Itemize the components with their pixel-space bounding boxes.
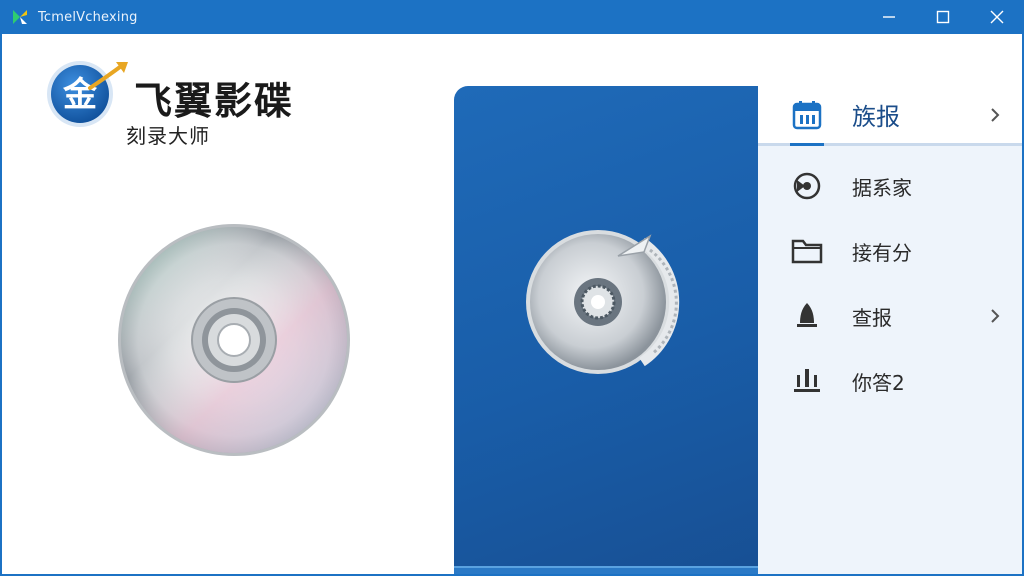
menu-item-2[interactable]: 接有分 — [758, 221, 1024, 281]
menu-item-4[interactable]: 你答2 — [758, 351, 1024, 411]
brand-logo: 金 飞翼影碟 刻录大师 — [46, 58, 336, 153]
active-indicator — [790, 143, 824, 146]
gold-coin-emblem: 金 — [47, 61, 128, 127]
menu-item-label: 查报 — [852, 305, 892, 330]
app-logo-icon — [13, 10, 27, 24]
maximize-icon — [936, 10, 950, 24]
menu-item-label: 族报 — [852, 103, 900, 131]
brand-subtitle: 刻录大师 — [126, 124, 210, 148]
menu-item-0[interactable]: 族报 — [758, 86, 1024, 146]
minimize-button[interactable] — [862, 0, 916, 34]
side-menu: 族报 据系家 接有分 查报 你答2 — [758, 86, 1024, 576]
emblem-char: 金 — [62, 75, 98, 115]
equalizer-icon — [790, 364, 824, 398]
window-controls — [862, 0, 1024, 34]
minimize-icon — [883, 16, 895, 18]
title-bar: TcmelVchexing — [0, 0, 1024, 34]
window-title: TcmelVchexing — [38, 9, 138, 25]
chevron-right-icon — [991, 107, 1000, 122]
close-button[interactable] — [970, 0, 1024, 34]
menu-item-1[interactable]: 据系家 — [758, 156, 1024, 216]
bell-icon — [790, 299, 824, 333]
menu-item-label: 你答2 — [852, 370, 905, 395]
disc-burn-icon — [790, 169, 824, 203]
folder-icon — [790, 234, 824, 268]
menu-item-3[interactable]: 查报 — [758, 286, 1024, 346]
disc-burner-illustration — [526, 230, 680, 374]
menu-item-label: 据系家 — [852, 175, 912, 200]
chevron-right-icon — [991, 309, 1000, 323]
calendar-icon — [790, 98, 824, 132]
feature-panel — [454, 86, 774, 576]
disc-image — [118, 224, 350, 456]
maximize-button[interactable] — [916, 0, 970, 34]
brand-name: 飞翼影碟 — [134, 79, 295, 123]
close-icon — [990, 10, 1004, 24]
panel-bottom-strip — [454, 566, 774, 576]
menu-item-label: 接有分 — [852, 240, 912, 265]
